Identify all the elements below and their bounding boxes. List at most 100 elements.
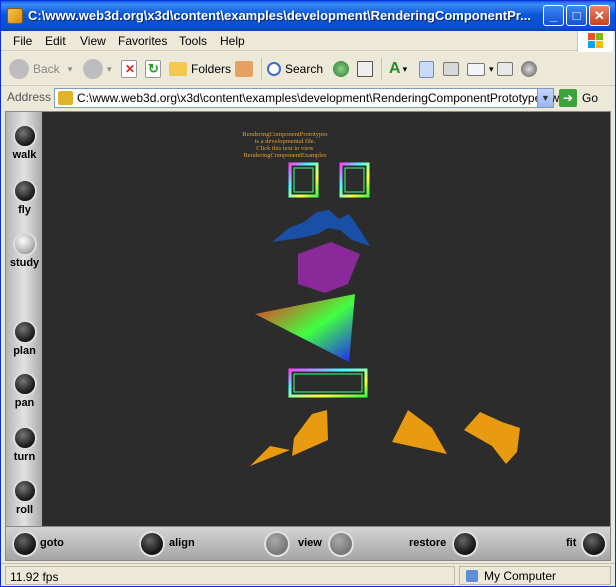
- nav-study-label: study: [9, 257, 40, 269]
- discuss-button[interactable]: [497, 58, 517, 80]
- search-button[interactable]: Search: [267, 58, 323, 80]
- title-bar[interactable]: C:\www.web3d.org\x3d\content\examples\de…: [1, 1, 615, 31]
- goto-button[interactable]: [12, 531, 38, 557]
- address-value: C:\www.web3d.org\x3d\content\examples\de…: [77, 91, 566, 105]
- scene-text-line-1[interactable]: RenderingComponentPrototypes: [242, 131, 328, 138]
- edit-dropdown-icon[interactable]: ▾: [403, 64, 408, 75]
- fly-icon: [12, 179, 37, 203]
- history-icon: [357, 61, 373, 77]
- status-zone: My Computer: [459, 566, 611, 585]
- restore-button[interactable]: [452, 531, 478, 557]
- print-icon: [443, 62, 459, 76]
- mail-dropdown-icon[interactable]: ▾: [489, 64, 494, 75]
- research-icon: [419, 60, 434, 78]
- address-label: Address: [7, 90, 52, 104]
- close-button[interactable]: ✕: [589, 5, 610, 26]
- messenger-button[interactable]: [521, 58, 541, 80]
- nav-turn-label: turn: [13, 451, 36, 463]
- menu-view[interactable]: View: [80, 34, 106, 48]
- go-arrow-icon: ➔: [559, 89, 577, 107]
- nav-pan-button[interactable]: pan: [9, 372, 40, 409]
- orange-shape-4[interactable]: [464, 412, 520, 464]
- forward-arrow-icon: [83, 59, 103, 79]
- menu-bar: File Edit View Favorites Tools Help: [1, 31, 615, 51]
- menu-edit[interactable]: Edit: [45, 34, 66, 48]
- status-message: 11.92 fps: [5, 566, 455, 585]
- media-button[interactable]: [333, 58, 353, 80]
- goto-label[interactable]: goto: [40, 537, 64, 549]
- folders-button[interactable]: Folders: [169, 58, 231, 80]
- frame-small-left[interactable]: [288, 162, 319, 198]
- back-dropdown-icon[interactable]: ▾: [68, 64, 73, 75]
- app-icon: [7, 8, 23, 24]
- navigation-sidebar: walk fly study plan pan turn roll: [6, 112, 42, 526]
- nav-plan-button[interactable]: plan: [9, 320, 40, 357]
- edit-button[interactable]: A ▾: [389, 58, 407, 80]
- nav-roll-button[interactable]: roll: [9, 479, 40, 516]
- address-input[interactable]: C:\www.web3d.org\x3d\content\examples\de…: [54, 88, 566, 108]
- prev-view-button[interactable]: [264, 531, 290, 557]
- scene-svg[interactable]: RenderingComponentPrototypes is a develo…: [42, 112, 610, 526]
- next-view-button[interactable]: [328, 531, 354, 557]
- vrml-file-icon: [58, 91, 73, 105]
- align-label[interactable]: align: [169, 537, 195, 549]
- windows-logo: [577, 31, 613, 52]
- nav-turn-button[interactable]: turn: [9, 426, 40, 463]
- nav-study-button[interactable]: study: [9, 232, 40, 269]
- 3d-scene[interactable]: RenderingComponentPrototypes is a develo…: [42, 112, 610, 526]
- home-icon: [235, 61, 253, 77]
- stop-icon: ✕: [121, 60, 137, 78]
- nav-fly-button[interactable]: fly: [9, 179, 40, 216]
- view-label[interactable]: view: [298, 537, 322, 549]
- pan-icon: [12, 372, 37, 396]
- zone-label: My Computer: [484, 568, 557, 583]
- home-button[interactable]: [235, 58, 257, 80]
- search-icon: [267, 62, 281, 76]
- forward-button[interactable]: ▾: [83, 58, 112, 80]
- align-button[interactable]: [139, 531, 165, 557]
- color-triangle[interactable]: [255, 294, 355, 362]
- menu-file[interactable]: File: [13, 34, 32, 48]
- fit-button[interactable]: [581, 531, 607, 557]
- menu-favorites[interactable]: Favorites: [118, 34, 167, 48]
- print-button[interactable]: [443, 58, 463, 80]
- history-button[interactable]: [357, 58, 377, 80]
- roll-icon: [12, 479, 37, 503]
- scene-text-line-2[interactable]: is a developmental file.: [255, 138, 316, 145]
- nav-walk-label: walk: [12, 149, 37, 161]
- go-button[interactable]: ➔ Go: [559, 88, 609, 108]
- restore-label[interactable]: restore: [409, 537, 446, 549]
- scene-text-line-4[interactable]: RenderingComponentExamples: [243, 152, 327, 159]
- maximize-button[interactable]: □: [566, 5, 587, 26]
- orange-shape-2[interactable]: [292, 410, 328, 456]
- nav-fly-label: fly: [18, 204, 31, 216]
- folders-label: Folders: [191, 62, 232, 76]
- blue-shape[interactable]: [272, 210, 370, 246]
- address-dropdown-icon[interactable]: ▼: [537, 89, 553, 107]
- status-bar: 11.92 fps My Computer: [1, 563, 615, 586]
- stop-button[interactable]: ✕: [121, 58, 141, 80]
- back-arrow-icon: [9, 59, 29, 79]
- menu-tools[interactable]: Tools: [179, 34, 207, 48]
- orange-shape-1[interactable]: [250, 446, 290, 466]
- nav-roll-label: roll: [15, 504, 34, 516]
- computer-icon: [466, 569, 478, 582]
- fit-label[interactable]: fit: [566, 537, 576, 549]
- scene-text-line-3[interactable]: Click this text to view: [256, 145, 314, 152]
- orange-shape-3[interactable]: [392, 410, 447, 454]
- frame-small-right[interactable]: [339, 162, 370, 198]
- menu-help[interactable]: Help: [220, 34, 245, 48]
- browser-window: C:\www.web3d.org\x3d\content\examples\de…: [0, 0, 616, 587]
- forward-dropdown-icon[interactable]: ▾: [107, 64, 112, 75]
- frame-wide[interactable]: [288, 368, 368, 398]
- refresh-button[interactable]: ↻: [145, 58, 165, 80]
- back-button[interactable]: Back ▾: [9, 58, 72, 80]
- mail-button[interactable]: ▾: [467, 58, 494, 80]
- research-button[interactable]: [419, 58, 438, 80]
- nav-walk-button[interactable]: walk: [9, 124, 40, 161]
- minimize-button[interactable]: _: [543, 5, 564, 26]
- go-label: Go: [582, 91, 599, 105]
- purple-polygon[interactable]: [298, 242, 360, 293]
- back-label: Back: [33, 62, 60, 76]
- fps-readout: 11.92 fps: [10, 569, 59, 584]
